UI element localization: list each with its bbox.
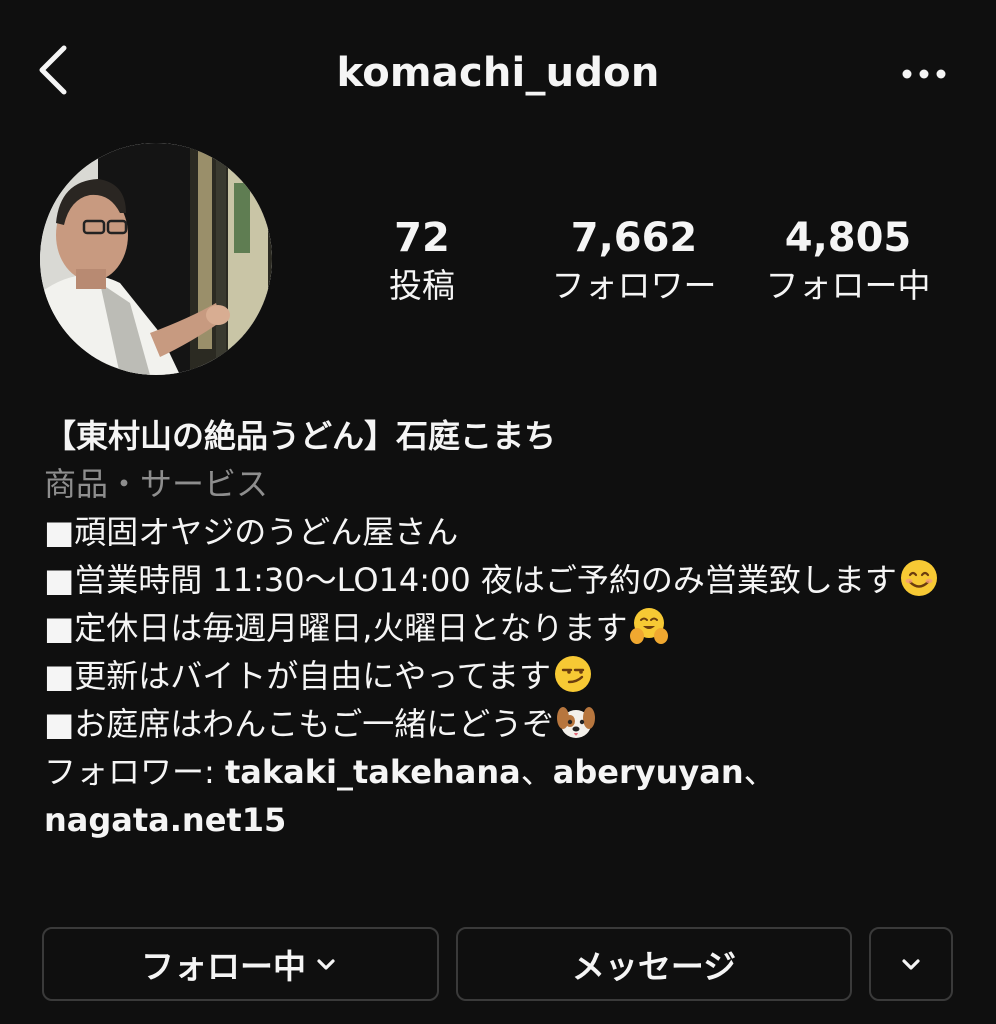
posts-count: 72: [394, 215, 450, 261]
profile-bio: 【東村山の絶品うどん】石庭こまち 商品・サービス ■頑固オヤジのうどん屋さん ■…: [44, 412, 944, 844]
top-nav-bar: komachi_udon: [0, 0, 996, 150]
followed-by-user[interactable]: takaki_takehana: [225, 753, 521, 791]
bio-line-text: ■頑固オヤジのうどん屋さん: [44, 513, 459, 551]
bio-line: ■営業時間 11:30〜LO14:00 夜はご予約のみ営業致します: [44, 556, 944, 604]
suggested-accounts-button[interactable]: [869, 927, 953, 1001]
bio-line-text: ■定休日は毎週月曜日,火曜日となります: [44, 609, 628, 647]
bio-line-text: ■更新はバイトが自由にやってます: [44, 657, 552, 695]
message-button[interactable]: メッセージ: [456, 927, 852, 1001]
following-label: フォロー中: [765, 266, 931, 305]
followers-stat[interactable]: 7,662 フォロワー: [514, 214, 754, 308]
bio-line: ■更新はバイトが自由にやってます: [44, 652, 944, 700]
bio-line: ■定休日は毎週月曜日,火曜日となります: [44, 604, 944, 652]
following-button-label: フォロー中: [141, 947, 306, 986]
smiling-face-icon: [899, 558, 939, 598]
ellipsis-icon: [902, 69, 946, 79]
bio-line-text: ■営業時間 11:30〜LO14:00 夜はご予約のみ営業致します: [44, 561, 897, 599]
avatar-photo: [40, 143, 272, 375]
followers-count: 7,662: [570, 215, 698, 261]
more-options-button[interactable]: [898, 56, 950, 92]
following-stat[interactable]: 4,805 フォロー中: [728, 214, 968, 308]
followed-by-user[interactable]: aberyuyan: [553, 753, 744, 791]
bio-line: ■頑固オヤジのうどん屋さん: [44, 508, 944, 556]
hugging-face-icon: [629, 606, 669, 646]
following-count: 4,805: [784, 215, 912, 261]
bio-line: ■お庭席はわんこもご一緒にどうぞ: [44, 700, 944, 748]
profile-display-name: 【東村山の絶品うどん】石庭こまち: [44, 417, 557, 455]
following-button[interactable]: フォロー中: [42, 927, 439, 1001]
followed-by-user[interactable]: nagata.net15: [44, 801, 286, 839]
followed-by-prefix: フォロワー:: [44, 753, 225, 791]
profile-avatar[interactable]: [40, 143, 272, 375]
profile-category: 商品・サービス: [44, 465, 269, 503]
bio-line-text: ■お庭席はわんこもご一緒にどうぞ: [44, 705, 555, 743]
separator: 、: [743, 753, 776, 791]
followed-by-line: フォロワー: takaki_takehana、aberyuyan、nagata.…: [44, 748, 944, 844]
dog-face-icon: [556, 702, 596, 742]
followers-label: フォロワー: [551, 266, 717, 305]
posts-stat[interactable]: 72 投稿: [302, 214, 542, 308]
chevron-down-icon: [897, 954, 925, 974]
smirking-face-icon: [553, 654, 593, 694]
separator: 、: [520, 753, 553, 791]
chevron-down-icon: [312, 954, 340, 974]
profile-username: komachi_udon: [336, 50, 660, 96]
message-button-label: メッセージ: [571, 947, 737, 986]
posts-label: 投稿: [389, 266, 455, 305]
